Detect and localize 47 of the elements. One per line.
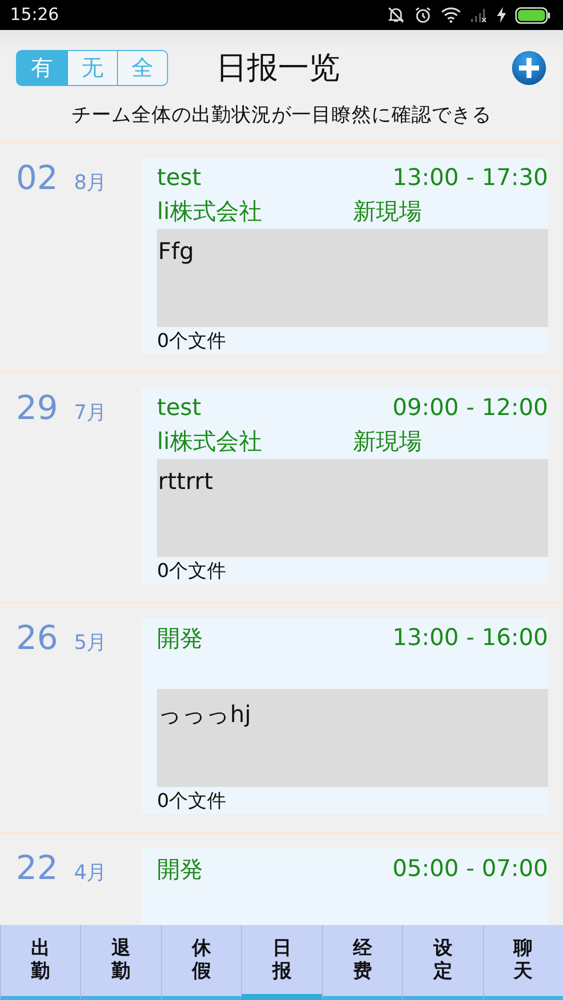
report-content: rttrrt bbox=[157, 458, 548, 558]
day-number: 29 bbox=[16, 388, 58, 427]
nav-tab[interactable]: 出勤 bbox=[0, 925, 80, 1000]
site-name: 新現場 bbox=[353, 198, 422, 227]
site-name: 新現場 bbox=[353, 428, 422, 457]
report-card[interactable]: 開発 05:00 - 07:00 bbox=[141, 848, 548, 925]
alarm-clock-icon bbox=[414, 6, 432, 24]
report-card[interactable]: test 09:00 - 12:00 li株式会社 新現場 rttrrt 0个文件 bbox=[141, 388, 548, 584]
report-content: っっっhj bbox=[157, 688, 548, 788]
day-number: 02 bbox=[16, 158, 58, 197]
company-name: li株式会社 bbox=[157, 428, 263, 457]
time-range: 13:00 - 16:00 bbox=[392, 625, 548, 652]
nav-tab[interactable]: 退勤 bbox=[80, 925, 161, 1000]
clock-time: 15:26 bbox=[10, 5, 60, 25]
report-title: test bbox=[157, 165, 202, 192]
wifi-icon bbox=[441, 7, 461, 23]
nav-tab[interactable]: 聊天 bbox=[482, 925, 563, 1000]
nav-tab[interactable]: 日报 bbox=[241, 925, 322, 1000]
day-number: 26 bbox=[16, 618, 58, 657]
signal-icon bbox=[470, 7, 488, 23]
nav-tab[interactable]: 经费 bbox=[322, 925, 402, 1000]
report-content: Ffg bbox=[157, 228, 548, 328]
nav-tab[interactable]: 休假 bbox=[160, 925, 242, 1000]
file-count: 0个文件 bbox=[157, 789, 228, 814]
report-card[interactable]: test 13:00 - 17:30 li株式会社 新現場 Ffg 0个文件 bbox=[141, 158, 548, 354]
nav-tab[interactable]: 设定 bbox=[402, 925, 483, 1000]
report-title: 開発 bbox=[157, 624, 204, 654]
report-title: test bbox=[157, 395, 202, 422]
time-range: 13:00 - 17:30 bbox=[392, 165, 548, 192]
file-count: 0个文件 bbox=[157, 329, 228, 354]
add-icon[interactable] bbox=[511, 50, 547, 86]
month-label: 7月 bbox=[74, 399, 107, 426]
charging-icon bbox=[497, 7, 506, 23]
file-count: 0个文件 bbox=[157, 559, 228, 584]
page-title: 日报一览 bbox=[216, 49, 341, 88]
subtitle: チーム全体の出勤状況が一目瞭然に確認できる bbox=[70, 102, 492, 128]
company-name: li株式会社 bbox=[157, 198, 263, 227]
time-range: 09:00 - 12:00 bbox=[392, 395, 548, 422]
day-number: 22 bbox=[16, 848, 58, 887]
muted-bell-icon bbox=[387, 6, 405, 24]
month-label: 4月 bbox=[74, 859, 107, 886]
report-card[interactable]: 開発 13:00 - 16:00 っっっhj 0个文件 bbox=[141, 618, 548, 814]
month-label: 5月 bbox=[74, 629, 107, 656]
time-range: 05:00 - 07:00 bbox=[392, 856, 548, 882]
battery-icon bbox=[515, 6, 551, 24]
report-title: 開発 bbox=[157, 856, 204, 884]
month-label: 8月 bbox=[74, 169, 107, 196]
